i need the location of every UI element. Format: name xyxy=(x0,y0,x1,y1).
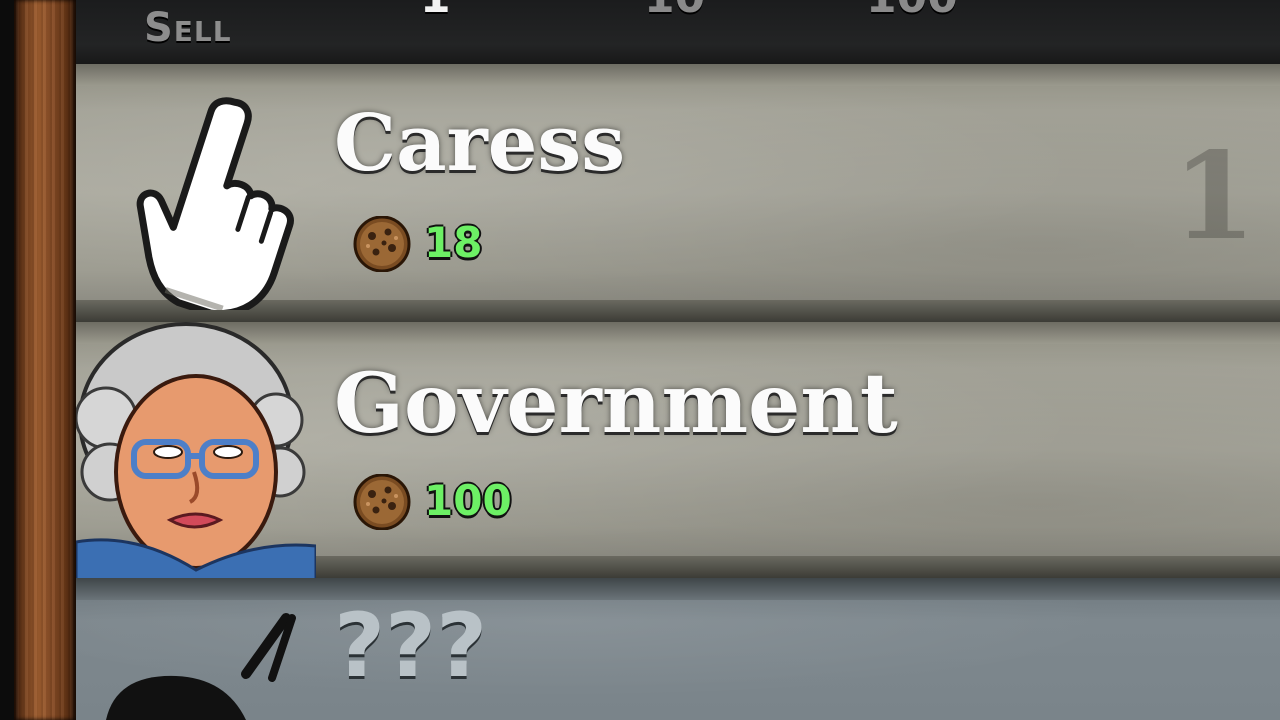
building-name: Government xyxy=(334,356,898,452)
buy-amount-100[interactable]: 100 xyxy=(866,0,958,22)
grandma-icon xyxy=(76,322,316,578)
store-item-caress[interactable]: Caress 18 1 xyxy=(76,64,1280,322)
store-item-locked: ??? xyxy=(76,578,1280,720)
buy-amount-1[interactable]: 1 xyxy=(420,0,451,22)
building-price: 18 xyxy=(424,218,483,267)
store-item-government[interactable]: Government 100 xyxy=(76,322,1280,578)
frame-shadow xyxy=(0,0,14,720)
cookie-icon xyxy=(353,474,411,530)
owned-count: 1 xyxy=(1172,126,1257,267)
game-screen: Sell 1 10 100 Caress xyxy=(0,0,1280,720)
bulk-buy-bar: Sell 1 10 100 xyxy=(76,0,1280,66)
pointing-hand-icon xyxy=(76,78,316,310)
building-name: Caress xyxy=(334,98,626,189)
sell-toggle[interactable]: Sell xyxy=(144,4,232,52)
building-name: ??? xyxy=(334,594,488,697)
building-price: 100 xyxy=(424,476,512,525)
wooden-divider xyxy=(14,0,76,720)
cookie-icon xyxy=(353,216,411,272)
buy-amount-10[interactable]: 10 xyxy=(644,0,705,22)
locked-silhouette-icon xyxy=(76,578,316,720)
